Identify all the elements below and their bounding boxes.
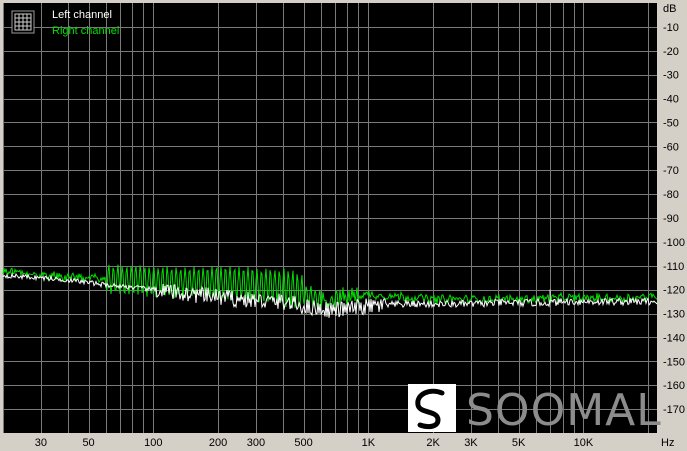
spectrum-chart: -10 -20 -30 -40 -50 -60 -70 -80 -90 -100 -110 -120 -… bbox=[0, 0, 687, 451]
x-tick-label: 50 bbox=[82, 437, 94, 449]
y-tick-label: -110 bbox=[663, 261, 684, 273]
y-tick-label: -80 bbox=[663, 189, 679, 201]
y-tick-label: -70 bbox=[663, 165, 679, 177]
x-tick-label: 300 bbox=[247, 437, 265, 449]
x-tick-label: 200 bbox=[209, 437, 227, 449]
y-tick-label: -90 bbox=[663, 213, 679, 225]
y-tick-label: -100 bbox=[663, 237, 685, 249]
grid-icon bbox=[11, 10, 35, 34]
x-tick-label: 2K bbox=[426, 437, 440, 449]
y-axis-unit: dB bbox=[663, 3, 676, 15]
legend-right-channel: Right channel bbox=[52, 25, 119, 37]
soomal-watermark: SOOMAL bbox=[408, 384, 662, 436]
y-tick-label: -40 bbox=[663, 94, 679, 106]
x-tick-label: 500 bbox=[294, 437, 312, 449]
x-tick-label: 1K bbox=[362, 437, 376, 449]
y-tick-label: -50 bbox=[663, 117, 679, 129]
x-tick-label: 3K bbox=[464, 437, 478, 449]
y-tick-label: -140 bbox=[663, 332, 685, 344]
y-tick-label: -10 bbox=[663, 22, 679, 34]
x-tick-label: 30 bbox=[35, 437, 47, 449]
y-tick-label: -160 bbox=[663, 380, 685, 392]
y-tick-label: -170 bbox=[663, 404, 685, 416]
y-tick-label: -120 bbox=[663, 285, 685, 297]
x-tick-label: 5K bbox=[512, 437, 526, 449]
y-tick-label: -30 bbox=[663, 70, 679, 82]
watermark-brand: SOOMAL bbox=[466, 385, 662, 436]
y-tick-label: -20 bbox=[663, 46, 679, 58]
x-axis-unit: Hz bbox=[661, 437, 674, 449]
x-tick-label: 100 bbox=[144, 437, 162, 449]
legend-left-channel: Left channel bbox=[52, 9, 112, 21]
y-tick-label: -150 bbox=[663, 356, 685, 368]
y-tick-label: -60 bbox=[663, 141, 679, 153]
x-tick-label: 10K bbox=[574, 437, 594, 449]
y-tick-label: -130 bbox=[663, 309, 685, 321]
chart-svg: -10 -20 -30 -40 -50 -60 -70 -80 -90 -100 -110 -120 -… bbox=[0, 0, 687, 451]
